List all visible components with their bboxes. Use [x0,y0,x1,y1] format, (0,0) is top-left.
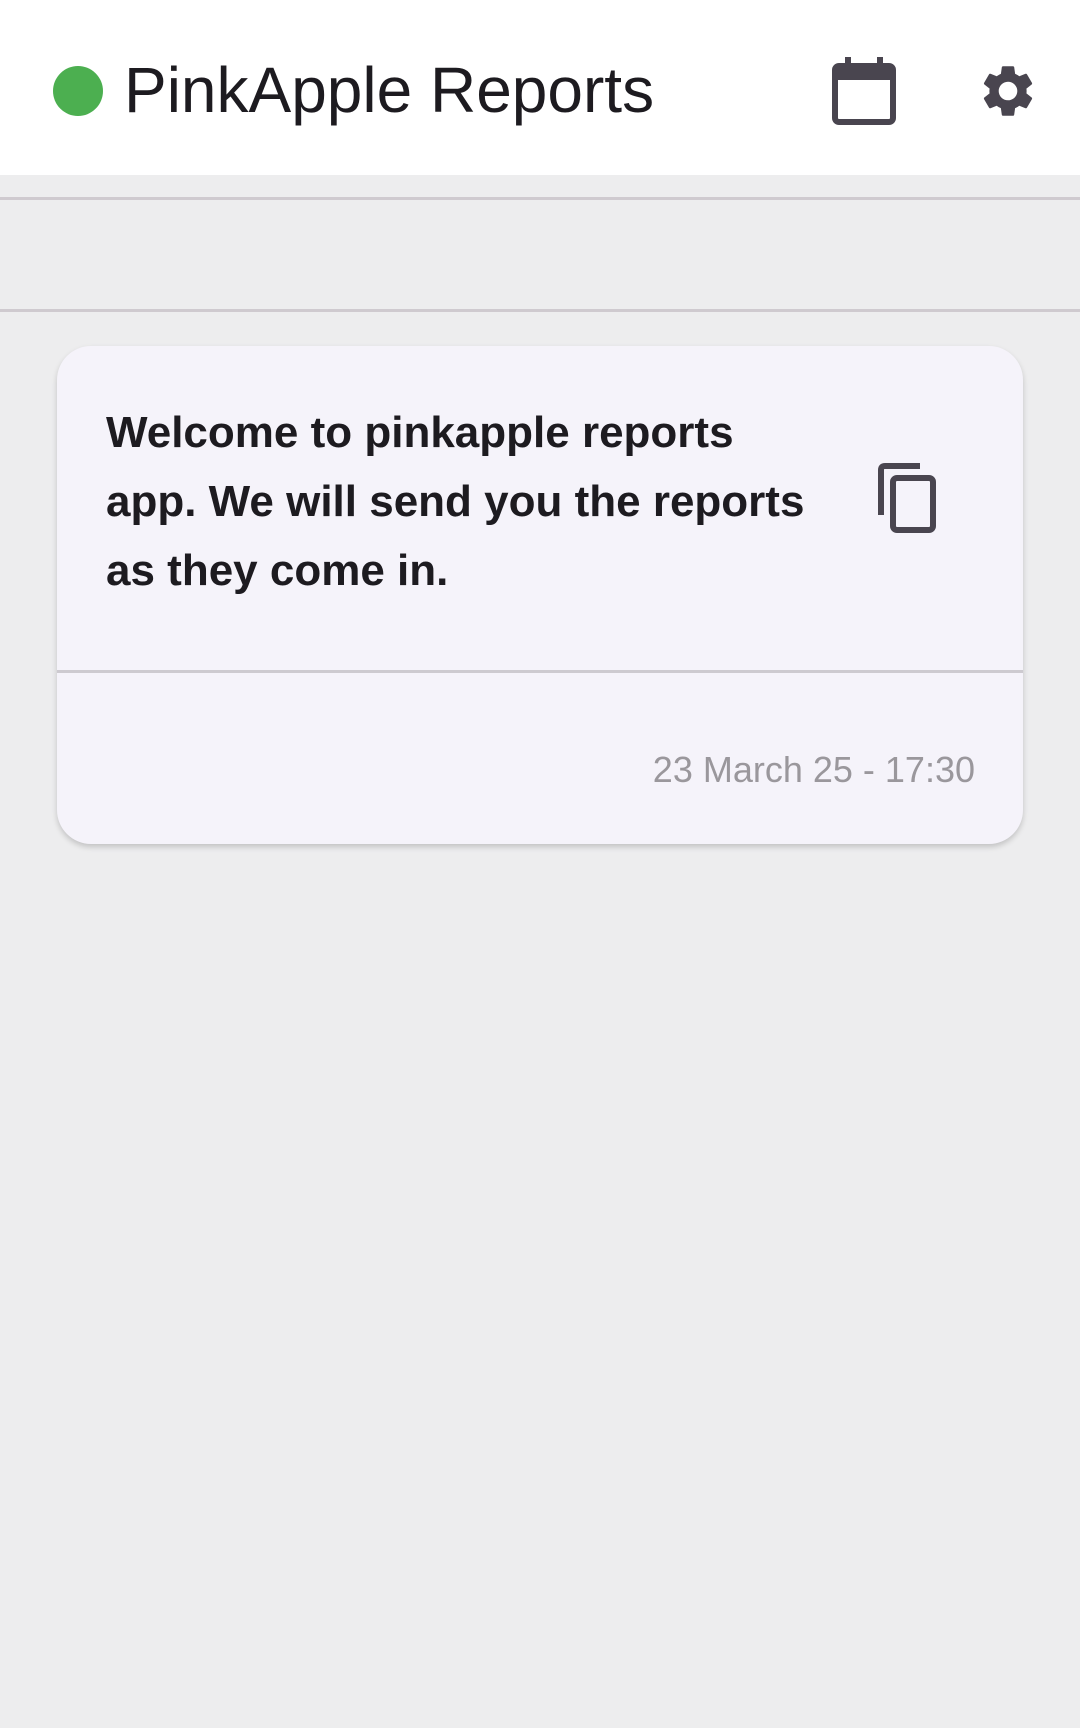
report-timestamp: 23 March 25 - 17:30 [652,749,975,790]
app-title: PinkApple Reports [124,54,655,126]
card-divider [57,670,1023,673]
app-bar: PinkApple Reports [0,0,1080,175]
calendar-icon [832,57,896,125]
report-card[interactable]: Welcome to pinkapple reports app. We wil… [57,346,1023,844]
copy-button[interactable] [855,446,959,550]
filter-divider-bottom [0,309,1080,312]
gear-icon [983,66,1033,116]
settings-button[interactable] [960,43,1056,139]
calendar-button[interactable] [816,43,912,139]
filter-strip [0,200,1080,309]
status-indicator [53,66,103,116]
report-message: Welcome to pinkapple reports app. We wil… [106,408,805,595]
copy-icon [878,463,936,533]
